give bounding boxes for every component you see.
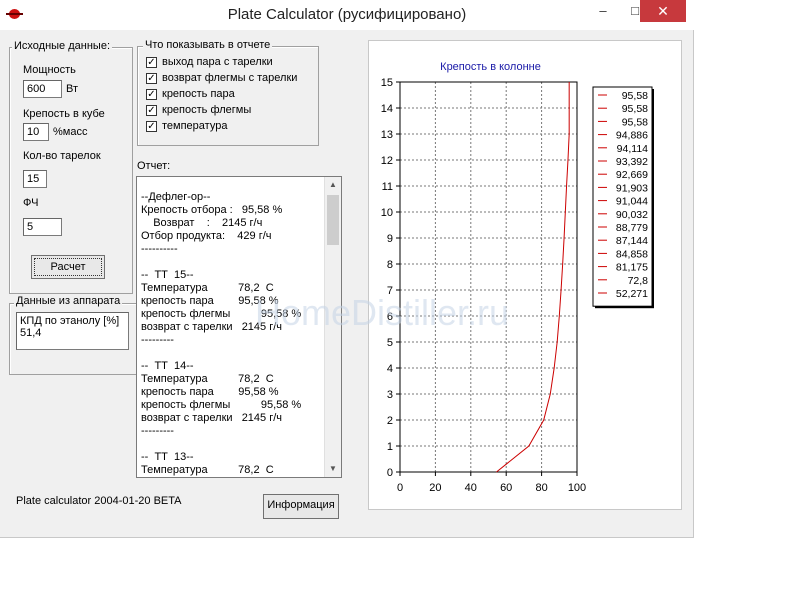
plates-label: Кол-во тарелок [23, 150, 101, 162]
minimize-button[interactable]: – [587, 0, 619, 22]
chart-panel: Крепость в колонне 0 20 40 60 80 100 0 1 2 3 4 5 6 7 8 9… [368, 40, 682, 510]
x-tick-label: 60 [500, 482, 512, 494]
fch-label: ФЧ [23, 197, 39, 209]
x-tick-label: 80 [535, 482, 547, 494]
input-group-legend: Исходные данные: [12, 40, 112, 52]
power-unit: Вт [66, 83, 79, 95]
legend-entry: 52,271 [616, 288, 648, 300]
option-steam-strength-label: крепость пара [162, 88, 235, 100]
legend-entry: 95,58 [622, 116, 648, 128]
legend-entry: 88,779 [616, 222, 648, 234]
y-tick-label: 3 [387, 389, 393, 401]
title-bar: Plate Calculator (русифицировано) – □ ✕ [0, 0, 694, 30]
option-reflux-strength-label: крепость флегмы [162, 104, 252, 116]
option-reflux-strength-checkbox[interactable]: ✓ [146, 105, 157, 116]
report-line: -- ТТ 14-- [141, 360, 194, 372]
watermark: HomeDistiller.ru [255, 292, 510, 333]
legend-entry: 94,886 [616, 130, 648, 142]
option-temperature-label: температура [162, 120, 228, 132]
report-line: Температура 78,2 С [141, 464, 274, 476]
legend-entry: 84,858 [616, 248, 648, 260]
report-options-legend: Что показывать в отчете [143, 39, 273, 51]
info-button-label: Информация [267, 499, 335, 511]
device-group-legend: Данные из аппарата [14, 295, 123, 307]
legend-entry: 90,032 [616, 209, 648, 221]
legend-entry: 93,392 [616, 156, 648, 168]
report-line: --------- [141, 334, 174, 346]
x-tick-label: 20 [429, 482, 441, 494]
strength-series-line [496, 82, 570, 473]
y-tick-label: 12 [381, 155, 393, 167]
legend-entry: 81,175 [616, 262, 648, 274]
option-reflux-return-checkbox[interactable]: ✓ [146, 73, 157, 84]
x-tick-label: 100 [568, 482, 586, 494]
strength-unit: %масс [53, 126, 88, 138]
y-tick-label: 8 [387, 259, 393, 271]
legend-entry: 95,58 [622, 90, 648, 102]
scroll-up-arrow-icon[interactable]: ▲ [325, 177, 341, 193]
legend-entry: 72,8 [628, 275, 649, 287]
close-button[interactable]: ✕ [640, 0, 686, 22]
option-temperature-checkbox[interactable]: ✓ [146, 121, 157, 132]
strength-label: Крепость в кубе [23, 108, 105, 120]
y-tick-label: 4 [387, 363, 393, 375]
calculate-button-label: Расчет [34, 258, 102, 276]
y-tick-label: 15 [381, 77, 393, 89]
report-line: ---------- [141, 243, 178, 255]
y-tick-label: 11 [382, 181, 393, 193]
power-input[interactable]: 600 [23, 80, 62, 98]
y-tick-label: 0 [387, 467, 393, 479]
option-steam-strength-checkbox[interactable]: ✓ [146, 89, 157, 100]
strength-chart: Крепость в колонне0 20 40 60 80 1000123456789… [381, 61, 654, 494]
legend-entry: 87,144 [616, 235, 648, 247]
y-tick-label: 5 [387, 337, 393, 349]
efficiency-value: 51,4 [20, 327, 42, 339]
legend-entry: 91,044 [616, 196, 648, 208]
device-data-box: КПД по этанолу [%] 51,4 [16, 312, 129, 350]
report-line: --Дефлег-ор-- [141, 191, 211, 203]
option-steam-output-label: выход пара с тарелки [162, 56, 273, 68]
y-tick-label: 9 [387, 233, 393, 245]
legend-entry: 94,114 [617, 143, 648, 155]
status-text: Plate calculator 2004-01-20 BETA [16, 495, 182, 507]
report-line: крепость флегмы 95,58 % [141, 399, 302, 411]
strength-input[interactable]: 10 [23, 123, 49, 141]
report-line: Температура 78,2 С [141, 373, 274, 385]
legend-entry: 92,669 [616, 169, 648, 181]
report-line: -- ТТ 15-- [141, 269, 194, 281]
y-tick-label: 2 [387, 415, 393, 427]
report-line: -- ТТ 13-- [141, 451, 194, 463]
y-tick-label: 10 [381, 207, 393, 219]
report-line: возврат с тарелки 2145 г/ч [141, 412, 283, 424]
legend-entry: 95,58 [622, 103, 648, 115]
plates-input[interactable]: 15 [23, 170, 47, 188]
report-line: Возврат : 2145 г/ч [141, 217, 263, 229]
app-window: Plate Calculator (русифицировано) – □ ✕ … [0, 0, 694, 538]
calculate-button[interactable]: Расчет [31, 255, 105, 279]
report-line: Отбор продукта: 429 г/ч [141, 230, 272, 242]
x-tick-label: 0 [397, 482, 403, 494]
info-button[interactable]: Информация [263, 494, 339, 519]
legend-entry: 91,903 [616, 182, 648, 194]
x-tick-label: 40 [465, 482, 477, 494]
chart-title: Крепость в колонне [440, 61, 541, 73]
fch-input[interactable]: 5 [23, 218, 62, 236]
report-line: крепость пара 95,58 % [141, 386, 279, 398]
y-tick-label: 1 [387, 441, 393, 453]
report-line: --------- [141, 425, 174, 437]
scroll-thumb[interactable] [327, 195, 339, 245]
report-line: Крепость отбора : 95,58 % [141, 204, 283, 216]
y-tick-label: 13 [381, 129, 393, 141]
plot-area-frame [399, 81, 578, 473]
report-label: Отчет: [137, 160, 171, 172]
report-line: Температура 78,2 С [141, 282, 274, 294]
power-label: Мощность [23, 64, 76, 76]
efficiency-label: КПД по этанолу [%] [20, 315, 120, 327]
option-reflux-return-label: возврат флегмы с тарелки [162, 72, 298, 84]
option-steam-output-checkbox[interactable]: ✓ [146, 57, 157, 68]
scroll-down-arrow-icon[interactable]: ▼ [325, 461, 341, 477]
y-tick-label: 14 [381, 103, 393, 115]
